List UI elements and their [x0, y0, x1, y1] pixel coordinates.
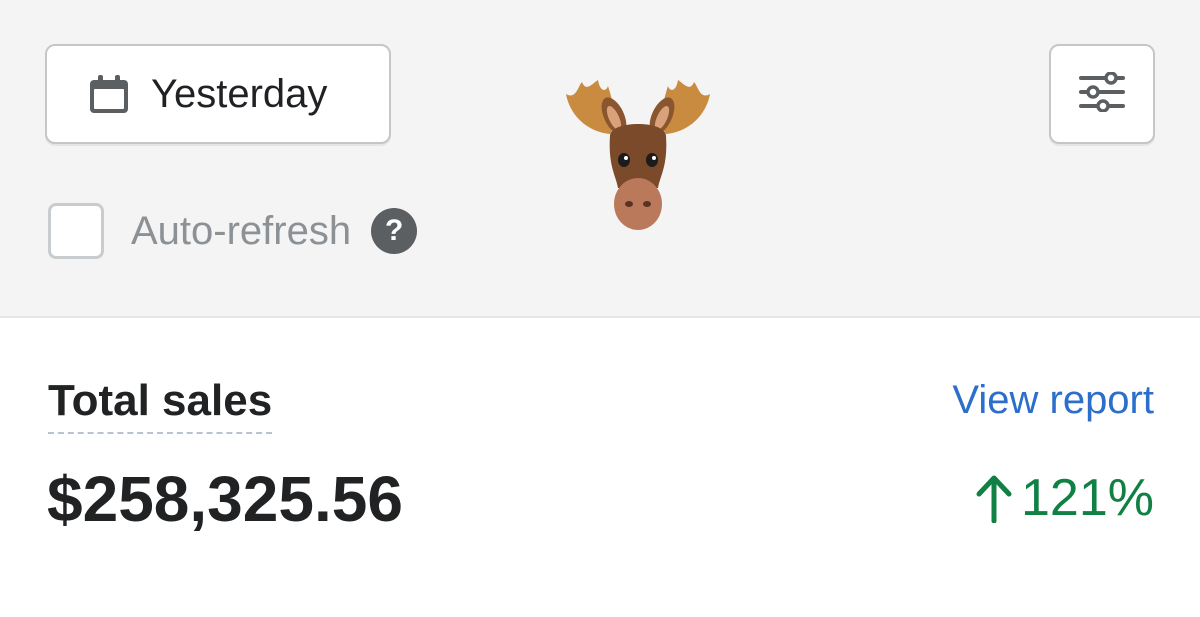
auto-refresh-checkbox[interactable] — [48, 203, 104, 259]
sales-change-value: 121% — [1021, 469, 1154, 527]
arrow-up-icon — [975, 473, 1013, 523]
total-sales-amount: $258,325.56 — [47, 463, 403, 535]
sales-change-indicator: 121% — [975, 468, 1154, 528]
filter-settings-button[interactable] — [1049, 44, 1155, 144]
top-panel: Yesterday Auto-refresh ? — [0, 0, 1200, 318]
auto-refresh-row: Auto-refresh ? — [48, 202, 418, 260]
view-report-link[interactable]: View report — [952, 378, 1154, 423]
calendar-icon — [89, 74, 129, 114]
moose-sticker — [548, 76, 728, 236]
total-sales-title[interactable]: Total sales — [48, 376, 273, 434]
date-range-button[interactable]: Yesterday — [45, 44, 391, 144]
help-icon[interactable]: ? — [371, 208, 418, 254]
auto-refresh-label: Auto-refresh — [131, 208, 352, 253]
sliders-icon — [1079, 70, 1125, 117]
date-range-label: Yesterday — [151, 71, 328, 116]
